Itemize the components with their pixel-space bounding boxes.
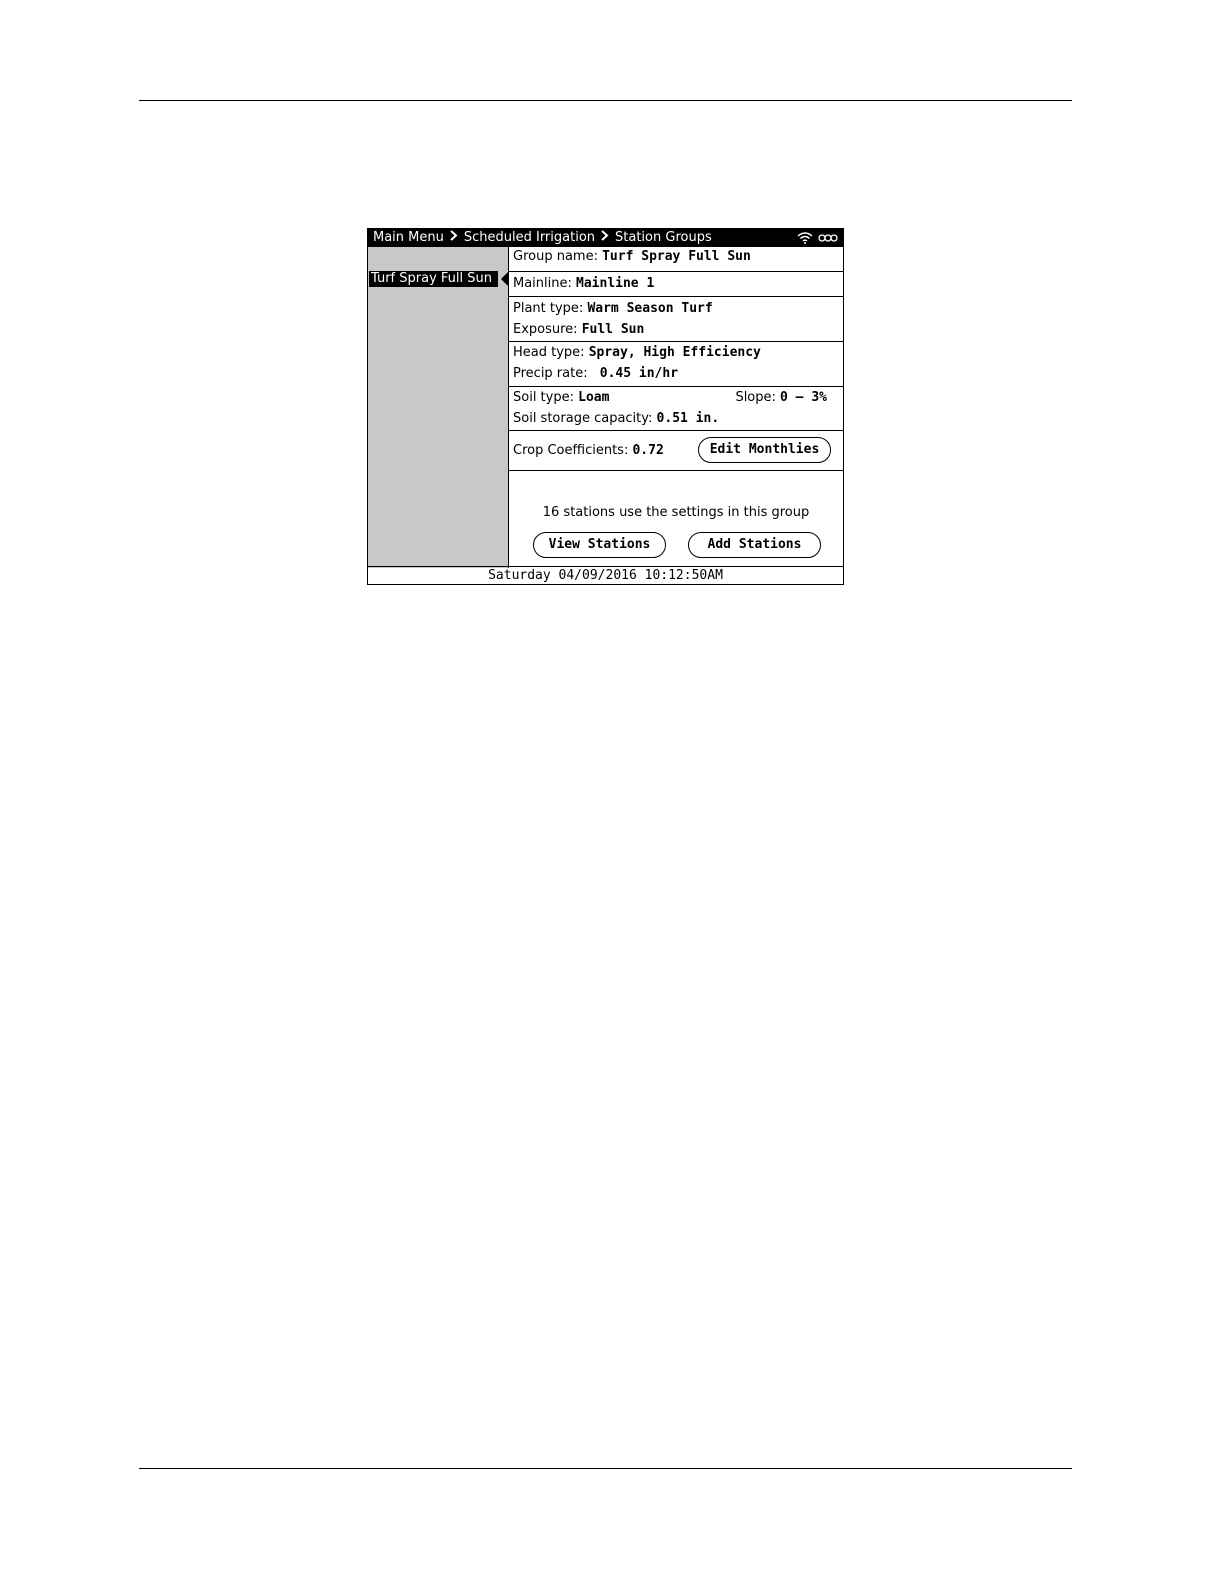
chevron-right-icon: [450, 229, 458, 247]
edit-monthlies-button[interactable]: Edit Monthlies: [698, 437, 831, 463]
soil-storage-value: 0.51 in.: [656, 411, 720, 426]
crop-coefficients-label: Crop Coefficients:: [513, 443, 629, 458]
view-stations-button[interactable]: View Stations: [533, 532, 666, 558]
soil-storage-label: Soil storage capacity:: [513, 411, 653, 426]
mainline-label: Mainline:: [513, 276, 572, 291]
breadcrumb-main-menu[interactable]: Main Menu: [373, 229, 444, 247]
plant-type-value: Warm Season Turf: [587, 301, 713, 316]
breadcrumb-scheduled-irrigation[interactable]: Scheduled Irrigation: [464, 229, 595, 247]
sidebar-item-turf-spray-full-sun[interactable]: Turf Spray Full Sun: [369, 271, 498, 287]
stations-usage-text: 16 stations use the settings in this gro…: [542, 505, 810, 520]
head-precip-row[interactable]: Head type: Spray, High Efficiency Precip…: [509, 342, 843, 387]
stations-row: 16 stations use the settings in this gro…: [509, 471, 843, 568]
page-top-rule: [139, 100, 1072, 101]
head-type-value: Spray, High Efficiency: [588, 345, 761, 360]
page-bottom-rule: [139, 1468, 1072, 1469]
exposure-value: Full Sun: [581, 322, 645, 337]
crop-coefficients-row: Crop Coefficients: 0.72 Edit Monthlies: [509, 431, 843, 471]
plant-type-label: Plant type:: [513, 301, 584, 316]
slope-value: 0 – 3%: [780, 390, 827, 405]
head-type-label: Head type:: [513, 345, 585, 360]
controller-screen: Main Menu Scheduled Irrigation Station Gro…: [367, 228, 844, 585]
status-icons: [797, 229, 838, 247]
group-name-value: Turf Spray Full Sun: [602, 249, 751, 264]
wifi-icon: [797, 232, 813, 244]
exposure-label: Exposure:: [513, 322, 578, 337]
precip-rate-label: Precip rate:: [513, 366, 588, 381]
soil-type-value: Loam: [578, 390, 610, 405]
station-group-list: Turf Spray Full Sun: [368, 247, 509, 568]
breadcrumb-station-groups: Station Groups: [615, 230, 712, 245]
datetime-footer: Saturday 04/09/2016 10:12:50AM: [368, 566, 843, 584]
soil-row[interactable]: Soil type: Loam Slope: 0 – 3% Soil stora…: [509, 387, 843, 431]
plant-exposure-row[interactable]: Plant type: Warm Season Turf Exposure: F…: [509, 297, 843, 342]
breadcrumb: Main Menu Scheduled Irrigation Station Gro…: [368, 229, 843, 247]
group-name-label: Group name:: [513, 249, 598, 264]
add-stations-button[interactable]: Add Stations: [688, 532, 821, 558]
mainline-value: Mainline 1: [576, 276, 655, 291]
soil-type-label: Soil type:: [513, 390, 574, 405]
group-details: Group name: Turf Spray Full Sun Mainline…: [509, 247, 843, 568]
slope-label: Slope:: [735, 390, 776, 405]
battery-icon: [818, 234, 838, 242]
chevron-right-icon: [601, 229, 609, 247]
group-name-row[interactable]: Group name: Turf Spray Full Sun: [509, 247, 843, 272]
mainline-row[interactable]: Mainline: Mainline 1: [509, 272, 843, 297]
selection-pointer-icon: [501, 272, 508, 286]
precip-rate-value: 0.45 in/hr: [599, 366, 679, 381]
crop-coefficients-value: 0.72: [632, 443, 664, 458]
